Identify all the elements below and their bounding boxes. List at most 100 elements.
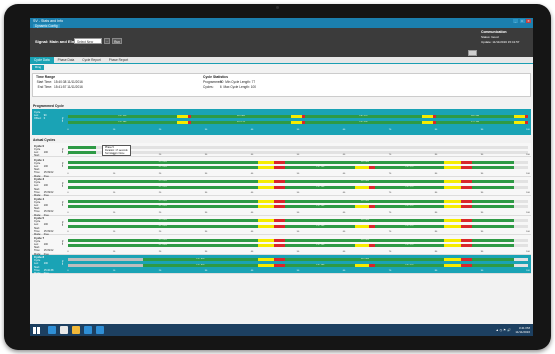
phase-segment-yellow[interactable] — [291, 121, 303, 125]
programmed-cycle[interactable]: Cycle Len: 90 Offset: 0 Ring P2 / 22s P4 … — [32, 109, 531, 135]
phase-segment-green[interactable] — [472, 166, 515, 170]
phase-segment-red[interactable] — [461, 205, 473, 209]
phase-segment-green[interactable]: P2 / 42s — [143, 258, 258, 262]
phase-segment-red[interactable] — [274, 199, 286, 203]
start-button[interactable] — [33, 326, 40, 334]
phase-segment-green[interactable]: P5 / 17s — [374, 244, 445, 248]
phase-segment-green[interactable] — [472, 180, 515, 184]
phase-segment-green[interactable]: P8 / 26s — [436, 115, 515, 119]
cycle-row[interactable]: Cycle 4 Cycle Len: 100 Start Time: 15:39:0… — [32, 196, 531, 217]
phase-segment-yellow[interactable] — [257, 160, 275, 164]
phase-segment-yellow[interactable] — [257, 219, 275, 223]
phase-segment-yellow[interactable] — [355, 224, 370, 228]
minimize-button[interactable]: _ — [513, 19, 518, 23]
phase-segment-yellow[interactable] — [444, 185, 462, 189]
phase-segment-green[interactable]: P2 / 22s — [68, 115, 177, 119]
taskbar-app-icon[interactable] — [48, 326, 56, 334]
taskbar-app-icon[interactable] — [84, 326, 92, 334]
phase-segment-yellow[interactable] — [257, 205, 275, 209]
phase-segment-yellow[interactable] — [176, 115, 188, 119]
phase-segment-green[interactable] — [472, 224, 515, 228]
cycle-row[interactable]: Cycle 3 Cycle Len: 100 Start Time: 15:39:0… — [32, 176, 531, 197]
close-button[interactable]: ✕ — [526, 19, 531, 23]
phase-segment-green[interactable]: P3 / 16s — [285, 205, 356, 209]
phase-segment-green[interactable] — [472, 263, 515, 267]
phase-segment-yellow[interactable] — [444, 258, 462, 262]
phase-segment-green[interactable]: P3 / 16s — [285, 224, 356, 228]
phase-segment-green[interactable]: P2 / 42s — [68, 199, 258, 203]
phase-segment-red[interactable] — [461, 238, 473, 242]
phase-segment-green[interactable]: P5 / 17s — [374, 205, 445, 209]
phase-segment-yellow[interactable] — [444, 160, 462, 164]
phase-segment-yellow[interactable] — [355, 263, 370, 267]
phase-segment-yellow[interactable] — [291, 115, 303, 119]
tab-cycle-data[interactable]: Cycle Data — [30, 57, 54, 63]
phase-segment-red[interactable] — [274, 180, 286, 184]
phase-segment-green[interactable]: P2 / 42s — [68, 160, 258, 164]
phase-segment-yellow[interactable] — [355, 205, 370, 209]
phase-segment-green[interactable]: P1 / 42s — [68, 185, 258, 189]
phase-segment-yellow[interactable] — [444, 205, 462, 209]
tab-phase-report[interactable]: Phase Report — [105, 57, 133, 63]
phase-segment-red[interactable] — [461, 263, 473, 267]
phase-segment-red[interactable] — [274, 160, 286, 164]
browse-button[interactable]: ... — [104, 38, 110, 44]
phase-segment-yellow[interactable] — [355, 244, 370, 248]
phase-segment-green[interactable]: P5 / 22s — [304, 121, 423, 125]
phase-segment-red[interactable] — [461, 180, 473, 184]
phase-segment-green[interactable] — [68, 146, 96, 150]
phase-segment-red[interactable] — [461, 244, 473, 248]
phase-segment-green[interactable]: P3 / 16s — [285, 166, 356, 170]
phase-segment-green[interactable]: P6 / 46s — [285, 238, 445, 242]
phase-segment-grey[interactable] — [68, 258, 144, 262]
phase-segment-red[interactable] — [274, 185, 286, 189]
phase-segment-green[interactable]: P6 / 46s — [285, 258, 445, 262]
phase-segment-green[interactable]: P6 / 46s — [285, 180, 445, 184]
phase-segment-green[interactable]: P5 / 17s — [374, 166, 445, 170]
phase-segment-green[interactable]: P2 / 42s — [68, 180, 258, 184]
phase-segment-green[interactable] — [472, 244, 515, 248]
cycle-row[interactable]: Cycle 7 Cycle Len: 100 Start Time: 15:39:0… — [32, 235, 531, 256]
phase-segment-red[interactable] — [461, 219, 473, 223]
phase-segment-green[interactable] — [472, 160, 515, 164]
phase-segment-yellow[interactable] — [444, 180, 462, 184]
phase-segment-red[interactable] — [274, 258, 286, 262]
phase-segment-green[interactable]: P3 / 16s — [285, 185, 356, 189]
cycle-row[interactable]: Cycle 0Cycle Len: 100Start Time: 15:40:3… — [32, 143, 531, 164]
phase-segment-red[interactable] — [461, 199, 473, 203]
phase-segment-red[interactable] — [461, 185, 473, 189]
phase-segment-green[interactable] — [472, 199, 515, 203]
system-tray-icons[interactable]: ▲ ◷ ⚑ 🔊 — [496, 328, 511, 332]
phase-segment-yellow[interactable] — [257, 180, 275, 184]
subtab-ring[interactable]: Ring — [32, 65, 45, 70]
phase-segment-green[interactable]: P5 / 17s — [374, 263, 445, 267]
phase-segment-yellow[interactable] — [444, 224, 462, 228]
taskbar-app-icon[interactable] — [72, 326, 80, 334]
phase-segment-red[interactable] — [461, 224, 473, 228]
menu-dynamic-config[interactable]: Dynamic Config — [33, 23, 60, 28]
phase-segment-green[interactable]: P1 / 42s — [68, 166, 258, 170]
clock[interactable]: 3:41 PM 11/11/2016 — [515, 326, 530, 334]
phase-segment-red[interactable] — [274, 224, 286, 228]
phase-segment-yellow[interactable] — [444, 219, 462, 223]
phase-segment-yellow[interactable] — [355, 166, 370, 170]
maximize-button[interactable]: □ — [519, 19, 525, 23]
phase-segment-green[interactable] — [472, 258, 515, 262]
phase-segment-green[interactable] — [472, 238, 515, 242]
phase-segment-yellow[interactable] — [257, 199, 275, 203]
phase-segment-yellow[interactable] — [257, 185, 275, 189]
phase-segment-green[interactable]: P4 / 30s — [190, 115, 292, 119]
taskbar-app-icon[interactable] — [60, 326, 68, 334]
phase-segment-yellow[interactable] — [514, 121, 526, 125]
phase-segment-yellow[interactable] — [444, 244, 462, 248]
phase-segment-yellow[interactable] — [257, 166, 275, 170]
phase-segment-grey[interactable] — [68, 263, 144, 267]
phase-segment-red[interactable] — [461, 160, 473, 164]
phase-segment-yellow[interactable] — [257, 263, 275, 267]
phase-segment-green[interactable]: P6 / 46s — [285, 199, 445, 203]
phase-segment-yellow[interactable] — [444, 238, 462, 242]
phase-segment-yellow[interactable] — [444, 199, 462, 203]
phase-segment-green[interactable] — [472, 185, 515, 189]
phase-segment-green[interactable]: P6 / 27s — [304, 115, 423, 119]
phase-segment-green[interactable] — [472, 219, 515, 223]
